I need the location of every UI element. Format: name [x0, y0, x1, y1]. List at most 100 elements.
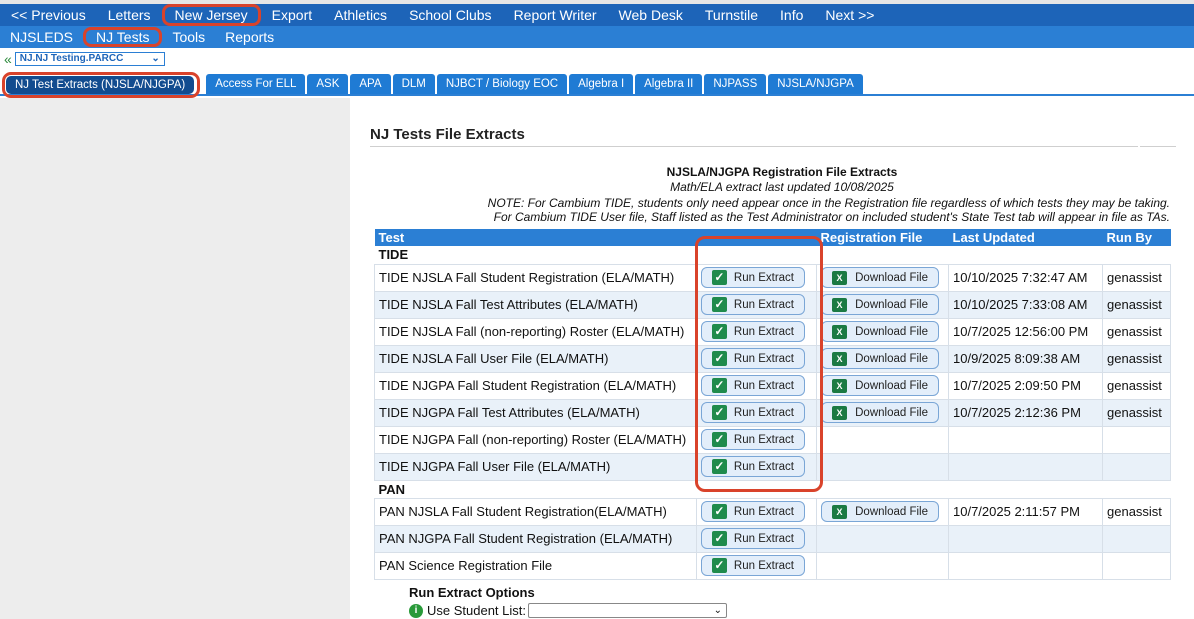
- test-name: TIDE NJGPA Fall (non-reporting) Roster (…: [374, 425, 697, 454]
- tab-njpass[interactable]: NJPASS: [704, 74, 767, 94]
- test-name: TIDE NJGPA Fall User File (ELA/MATH): [374, 452, 697, 481]
- nav-new-jersey[interactable]: New Jersey: [161, 4, 261, 26]
- check-icon: ✓: [712, 351, 727, 366]
- title-divider-end: [1140, 146, 1176, 147]
- table-row: TIDE NJGPA Fall Student Registration (EL…: [374, 371, 1171, 400]
- student-list-label: Use Student List:: [427, 603, 526, 618]
- run-by: genassist: [1102, 398, 1171, 427]
- context-select[interactable]: NJ.NJ Testing.PARCC ⌄: [14, 52, 165, 66]
- download-file-button[interactable]: X Download File: [821, 375, 939, 396]
- header-run: [696, 229, 817, 246]
- last-updated: 10/7/2025 2:09:50 PM: [948, 371, 1103, 400]
- check-icon: ✓: [712, 459, 727, 474]
- test-name: TIDE NJGPA Fall Test Attributes (ELA/MAT…: [374, 398, 697, 427]
- table-row: TIDE NJSLA Fall Student Registration (EL…: [374, 263, 1171, 292]
- tab-njbct-biology[interactable]: NJBCT / Biology EOC: [436, 74, 568, 94]
- run-extract-button[interactable]: ✓ Run Extract: [701, 555, 805, 576]
- run-by: [1102, 452, 1171, 481]
- table-row: TIDE NJSLA Fall User File (ELA/MATH) ✓ Ru…: [374, 344, 1171, 373]
- tab-bar: NJ Test Extracts (NJSLA/NJGPA) Access Fo…: [0, 71, 1194, 98]
- run-extract-button[interactable]: ✓ Run Extract: [701, 528, 805, 549]
- tab-algebra-1[interactable]: Algebra I: [569, 74, 634, 94]
- run-extract-button[interactable]: ✓ Run Extract: [701, 348, 805, 369]
- tab-dlm[interactable]: DLM: [392, 74, 435, 94]
- left-pane: [0, 98, 350, 619]
- last-updated: 10/10/2025 7:33:08 AM: [948, 290, 1103, 319]
- section-row-pan: PAN: [374, 480, 1171, 498]
- run-extract-button[interactable]: ✓ Run Extract: [701, 375, 805, 396]
- check-icon: ✓: [712, 378, 727, 393]
- run-by: genassist: [1102, 290, 1171, 319]
- nav-letters[interactable]: Letters: [97, 5, 162, 25]
- run-extract-button[interactable]: ✓ Run Extract: [701, 294, 805, 315]
- info-icon[interactable]: i: [409, 603, 423, 618]
- tab-nj-test-extracts[interactable]: NJ Test Extracts (NJSLA/NJGPA): [6, 76, 195, 94]
- nav-export[interactable]: Export: [261, 5, 323, 25]
- tab-access-for-ell[interactable]: Access For ELL: [206, 74, 306, 94]
- tab-algebra-2[interactable]: Algebra II: [635, 74, 703, 94]
- context-select-value: NJ.NJ Testing.PARCC: [19, 53, 124, 64]
- tab-njsla-njgpa[interactable]: NJSLA/NJGPA: [768, 74, 863, 94]
- last-updated: [948, 425, 1103, 454]
- nav-info[interactable]: Info: [769, 5, 814, 25]
- tab-ask[interactable]: ASK: [307, 74, 349, 94]
- run-extract-button[interactable]: ✓ Run Extract: [701, 456, 805, 477]
- download-file-button[interactable]: X Download File: [821, 267, 939, 288]
- nav-tools[interactable]: Tools: [162, 27, 215, 47]
- double-chevron-left-icon[interactable]: «: [4, 52, 12, 66]
- test-name: PAN NJSLA Fall Student Registration(ELA/…: [374, 497, 697, 526]
- notes: NOTE: For Cambium TIDE, students only ne…: [410, 196, 1170, 224]
- table-row: TIDE NJGPA Fall Test Attributes (ELA/MAT…: [374, 398, 1171, 427]
- chevron-down-icon: ⌄: [151, 53, 160, 64]
- nav-previous[interactable]: << Previous: [0, 5, 97, 25]
- run-extract-button[interactable]: ✓ Run Extract: [701, 267, 805, 288]
- check-icon: ✓: [712, 405, 727, 420]
- nav-nj-tests[interactable]: NJ Tests: [83, 27, 163, 47]
- last-updated: 10/10/2025 7:32:47 AM: [948, 263, 1103, 292]
- header-test: Test: [374, 229, 697, 246]
- header-registration-file: Registration File: [816, 229, 949, 246]
- nav-school-clubs[interactable]: School Clubs: [398, 5, 503, 25]
- tab-apa[interactable]: APA: [350, 74, 391, 94]
- run-extract-button[interactable]: ✓ Run Extract: [701, 321, 805, 342]
- section-header: NJSLA/NJGPA Registration File Extracts M…: [370, 165, 1194, 195]
- check-icon: ✓: [712, 324, 727, 339]
- last-updated: 10/7/2025 2:11:57 PM: [948, 497, 1103, 526]
- download-file-button[interactable]: X Download File: [821, 348, 939, 369]
- student-list-row: i Use Student List: ⌄: [409, 603, 727, 618]
- context-selector-row: « NJ.NJ Testing.PARCC ⌄: [0, 51, 165, 67]
- download-file-button[interactable]: X Download File: [821, 501, 939, 522]
- primary-nav: << Previous Letters New Jersey Export At…: [0, 4, 1194, 26]
- table-row: PAN NJGPA Fall Student Registration (ELA…: [374, 524, 1171, 553]
- run-extract-button[interactable]: ✓ Run Extract: [701, 402, 805, 423]
- section-row-tide: TIDE: [374, 246, 1171, 264]
- check-icon: ✓: [712, 504, 727, 519]
- nav-report-writer[interactable]: Report Writer: [503, 5, 608, 25]
- nav-reports[interactable]: Reports: [215, 27, 284, 47]
- download-file-button[interactable]: X Download File: [821, 321, 939, 342]
- run-extract-button[interactable]: ✓ Run Extract: [701, 429, 805, 450]
- excel-icon: X: [832, 504, 848, 519]
- section-subtitle: Math/ELA extract last updated 10/08/2025: [670, 180, 894, 194]
- nav-njsleds[interactable]: NJSLEDS: [0, 27, 83, 47]
- nav-turnstile[interactable]: Turnstile: [694, 5, 769, 25]
- table-row: TIDE NJGPA Fall (non-reporting) Roster (…: [374, 425, 1171, 454]
- student-list-select[interactable]: ⌄: [528, 603, 727, 618]
- title-divider: [370, 146, 1138, 147]
- secondary-nav: NJSLEDS NJ Tests Tools Reports: [0, 26, 1194, 48]
- download-file-button[interactable]: X Download File: [821, 294, 939, 315]
- table-header-row: Test Registration File Last Updated Run …: [374, 229, 1171, 246]
- run-extract-button[interactable]: ✓ Run Extract: [701, 501, 805, 522]
- last-updated: [948, 551, 1103, 580]
- nav-athletics[interactable]: Athletics: [323, 5, 398, 25]
- table-row: TIDE NJGPA Fall User File (ELA/MATH) ✓ Ru…: [374, 452, 1171, 481]
- header-last-updated: Last Updated: [948, 229, 1103, 246]
- nav-next[interactable]: Next >>: [814, 5, 885, 25]
- tab-highlight: NJ Test Extracts (NJSLA/NJGPA): [2, 72, 201, 98]
- last-updated: [948, 452, 1103, 481]
- download-file-button[interactable]: X Download File: [821, 402, 939, 423]
- run-by: genassist: [1102, 371, 1171, 400]
- test-name: TIDE NJSLA Fall Test Attributes (ELA/MAT…: [374, 290, 697, 319]
- last-updated: 10/9/2025 8:09:38 AM: [948, 344, 1103, 373]
- nav-web-desk[interactable]: Web Desk: [608, 5, 694, 25]
